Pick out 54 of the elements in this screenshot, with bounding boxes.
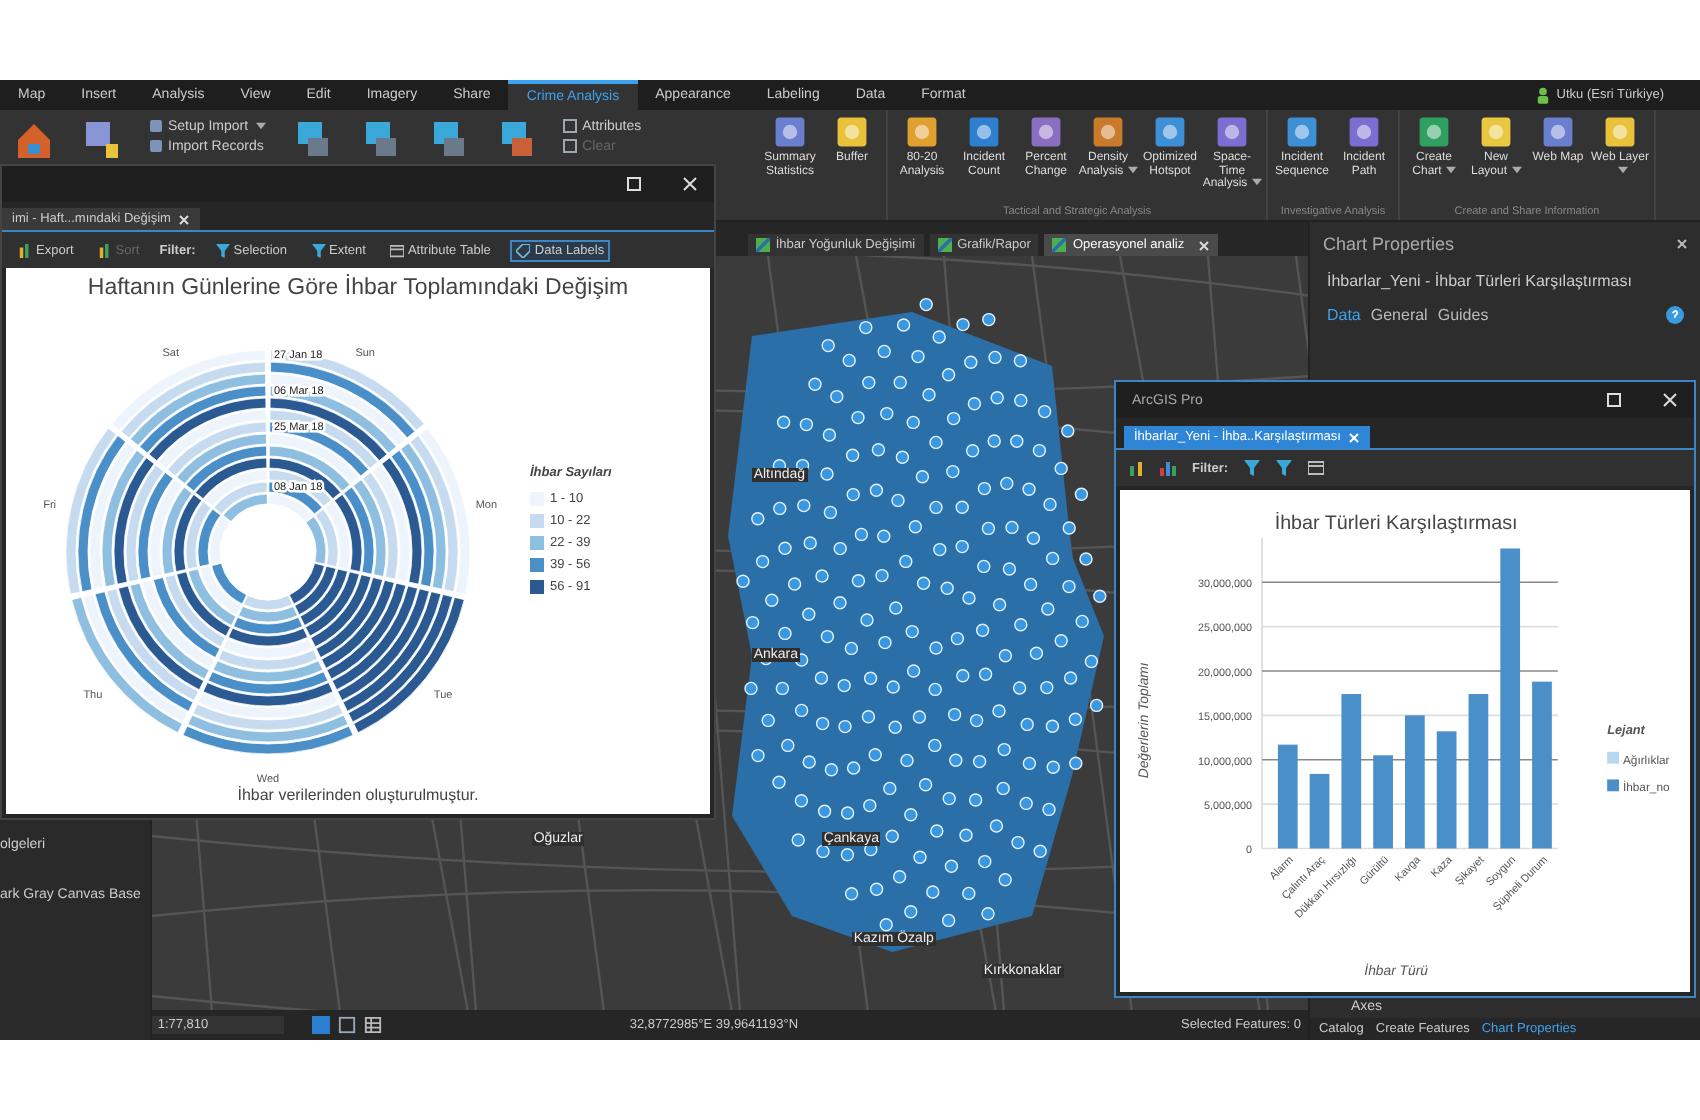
bar[interactable] bbox=[1341, 694, 1362, 849]
maximize-icon[interactable] bbox=[626, 175, 642, 192]
tool-icon bbox=[966, 114, 1002, 150]
caret-icon bbox=[1511, 165, 1521, 174]
close-icon[interactable] bbox=[1676, 238, 1689, 250]
tool-icon bbox=[1152, 114, 1188, 150]
caret-icon bbox=[1445, 165, 1456, 174]
caret-icon bbox=[256, 122, 267, 130]
bar[interactable] bbox=[1468, 694, 1489, 849]
map-icon bbox=[937, 238, 952, 252]
tool-icon bbox=[834, 114, 870, 150]
chart-caption: İhbar verilerinden oluşturulmuştur. bbox=[235, 785, 481, 808]
table-icon[interactable] bbox=[80, 118, 124, 162]
chart-icon[interactable] bbox=[1128, 460, 1144, 476]
tool-icon bbox=[772, 114, 808, 150]
tool-icon bbox=[18, 243, 32, 258]
bar[interactable] bbox=[1436, 731, 1457, 849]
properties-tab[interactable]: Guides bbox=[1437, 306, 1489, 324]
caret-icon bbox=[1617, 165, 1627, 174]
bar[interactable] bbox=[1500, 548, 1521, 849]
table-icon[interactable] bbox=[363, 1016, 382, 1034]
close-icon bbox=[1198, 239, 1211, 251]
properties-tab[interactable]: General bbox=[1370, 306, 1428, 324]
map-icon bbox=[1052, 238, 1067, 252]
table-icon bbox=[389, 243, 404, 258]
tool-icon bbox=[1214, 114, 1250, 150]
chart-icon[interactable] bbox=[1160, 460, 1176, 476]
close-icon[interactable] bbox=[682, 175, 698, 192]
tool-icon bbox=[1602, 114, 1638, 150]
caret-icon bbox=[1251, 178, 1262, 187]
properties-tab[interactable]: Data bbox=[1326, 306, 1361, 324]
help-icon[interactable] bbox=[1666, 306, 1685, 324]
tool-icon bbox=[1090, 114, 1126, 150]
pane-title: Chart Properties bbox=[1322, 234, 1456, 254]
maximize-icon[interactable] bbox=[1606, 392, 1622, 408]
house-icon[interactable] bbox=[12, 118, 56, 162]
tool-icon bbox=[97, 243, 112, 258]
tool-icon bbox=[1284, 114, 1320, 150]
chart-name: İhbarlar_Yeni - İhbar Türleri Karşılaştırması bbox=[1324, 270, 1634, 290]
close-icon bbox=[178, 213, 191, 226]
tool-icon bbox=[1416, 114, 1452, 150]
tool-icon bbox=[904, 114, 940, 150]
close-icon[interactable] bbox=[1662, 392, 1678, 408]
caret-icon bbox=[1127, 165, 1138, 174]
tool-icon bbox=[1540, 114, 1576, 150]
tool-icon bbox=[1478, 114, 1514, 150]
bar[interactable] bbox=[1277, 744, 1298, 849]
table-icon[interactable] bbox=[1308, 460, 1325, 476]
tool-icon bbox=[1346, 114, 1382, 150]
close-icon bbox=[1348, 431, 1361, 443]
map-icon bbox=[755, 238, 770, 252]
tag-icon bbox=[516, 243, 531, 258]
tool-icon bbox=[1028, 114, 1064, 150]
user-icon bbox=[1536, 86, 1551, 104]
